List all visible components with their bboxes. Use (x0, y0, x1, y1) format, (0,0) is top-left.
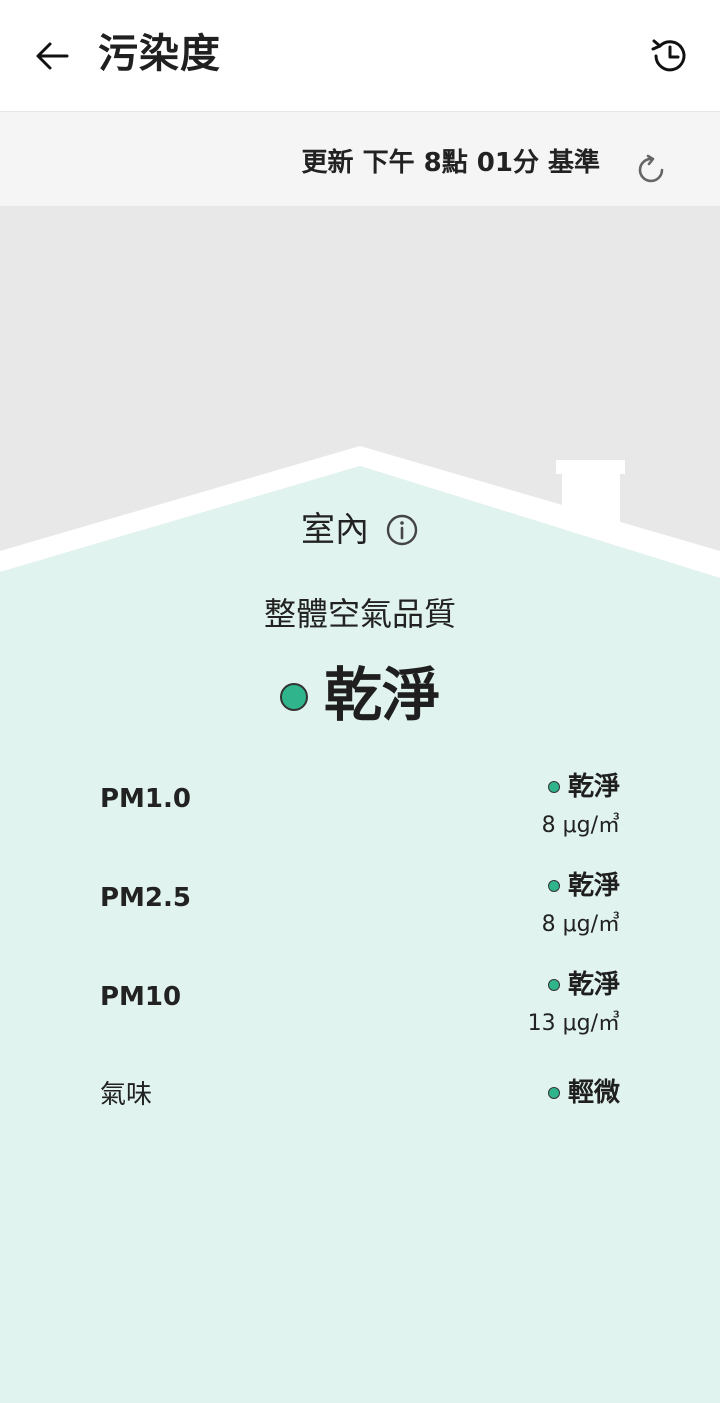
metric-status-text: 乾淨 (567, 772, 620, 802)
status-dot (547, 880, 560, 892)
info-button[interactable] (385, 513, 419, 547)
overall-air-quality-status: 乾淨 (0, 660, 720, 730)
metric-name: 氣味 (100, 1080, 153, 1110)
metric-status: 乾淨 (547, 970, 620, 1000)
history-clock-icon (651, 39, 686, 72)
metric-value: 8 μg/㎥ (541, 912, 620, 937)
page-title: 污染度 (98, 31, 221, 77)
status-dot (547, 781, 560, 793)
metric-value: 13 μg/㎥ (527, 1011, 620, 1036)
metric-name: PM10 (100, 982, 182, 1012)
metric-row-pm1: PM1.0 乾淨 8 μg/㎥ (100, 772, 620, 852)
top-app-bar: 污染度 (0, 0, 720, 112)
chimney-cap (556, 460, 625, 474)
refresh-icon (638, 154, 664, 183)
metric-status-text: 乾淨 (567, 871, 620, 901)
status-dot (279, 683, 308, 711)
history-button[interactable] (642, 28, 698, 84)
status-dot (547, 979, 560, 991)
status-dot (547, 1087, 560, 1099)
metric-status-text: 乾淨 (567, 970, 620, 1000)
metric-status: 輕微 (547, 1078, 620, 1108)
metric-row-pm10: PM10 乾淨 13 μg/㎥ (100, 970, 620, 1050)
back-button[interactable] (22, 28, 82, 84)
location-row: 室內 (0, 508, 720, 552)
arrow-left-icon (36, 42, 69, 70)
location-label: 室內 (301, 510, 369, 550)
pollution-screen: 污染度 更新 下午 8點 01分 基準 室內 整體空氣品質 乾淨 PM1.0 乾… (0, 0, 720, 1403)
overall-air-quality-label: 整體空氣品質 (263, 595, 456, 633)
metric-value: 8 μg/㎥ (541, 813, 620, 838)
metric-status: 乾淨 (547, 772, 620, 802)
update-strip: 更新 下午 8點 01分 基準 (0, 112, 720, 206)
update-timestamp: 更新 下午 8點 01分 基準 (301, 148, 600, 178)
metric-row-pm25: PM2.5 乾淨 8 μg/㎥ (100, 871, 620, 951)
refresh-button[interactable] (632, 150, 672, 190)
metric-name: PM1.0 (100, 784, 191, 814)
metric-row-odor: 氣味 輕微 (100, 1078, 620, 1158)
metric-status-text: 輕微 (567, 1078, 620, 1108)
metric-status: 乾淨 (547, 871, 620, 901)
metric-name: PM2.5 (100, 883, 191, 913)
info-icon (386, 514, 418, 546)
overall-status-text: 乾淨 (323, 661, 440, 729)
